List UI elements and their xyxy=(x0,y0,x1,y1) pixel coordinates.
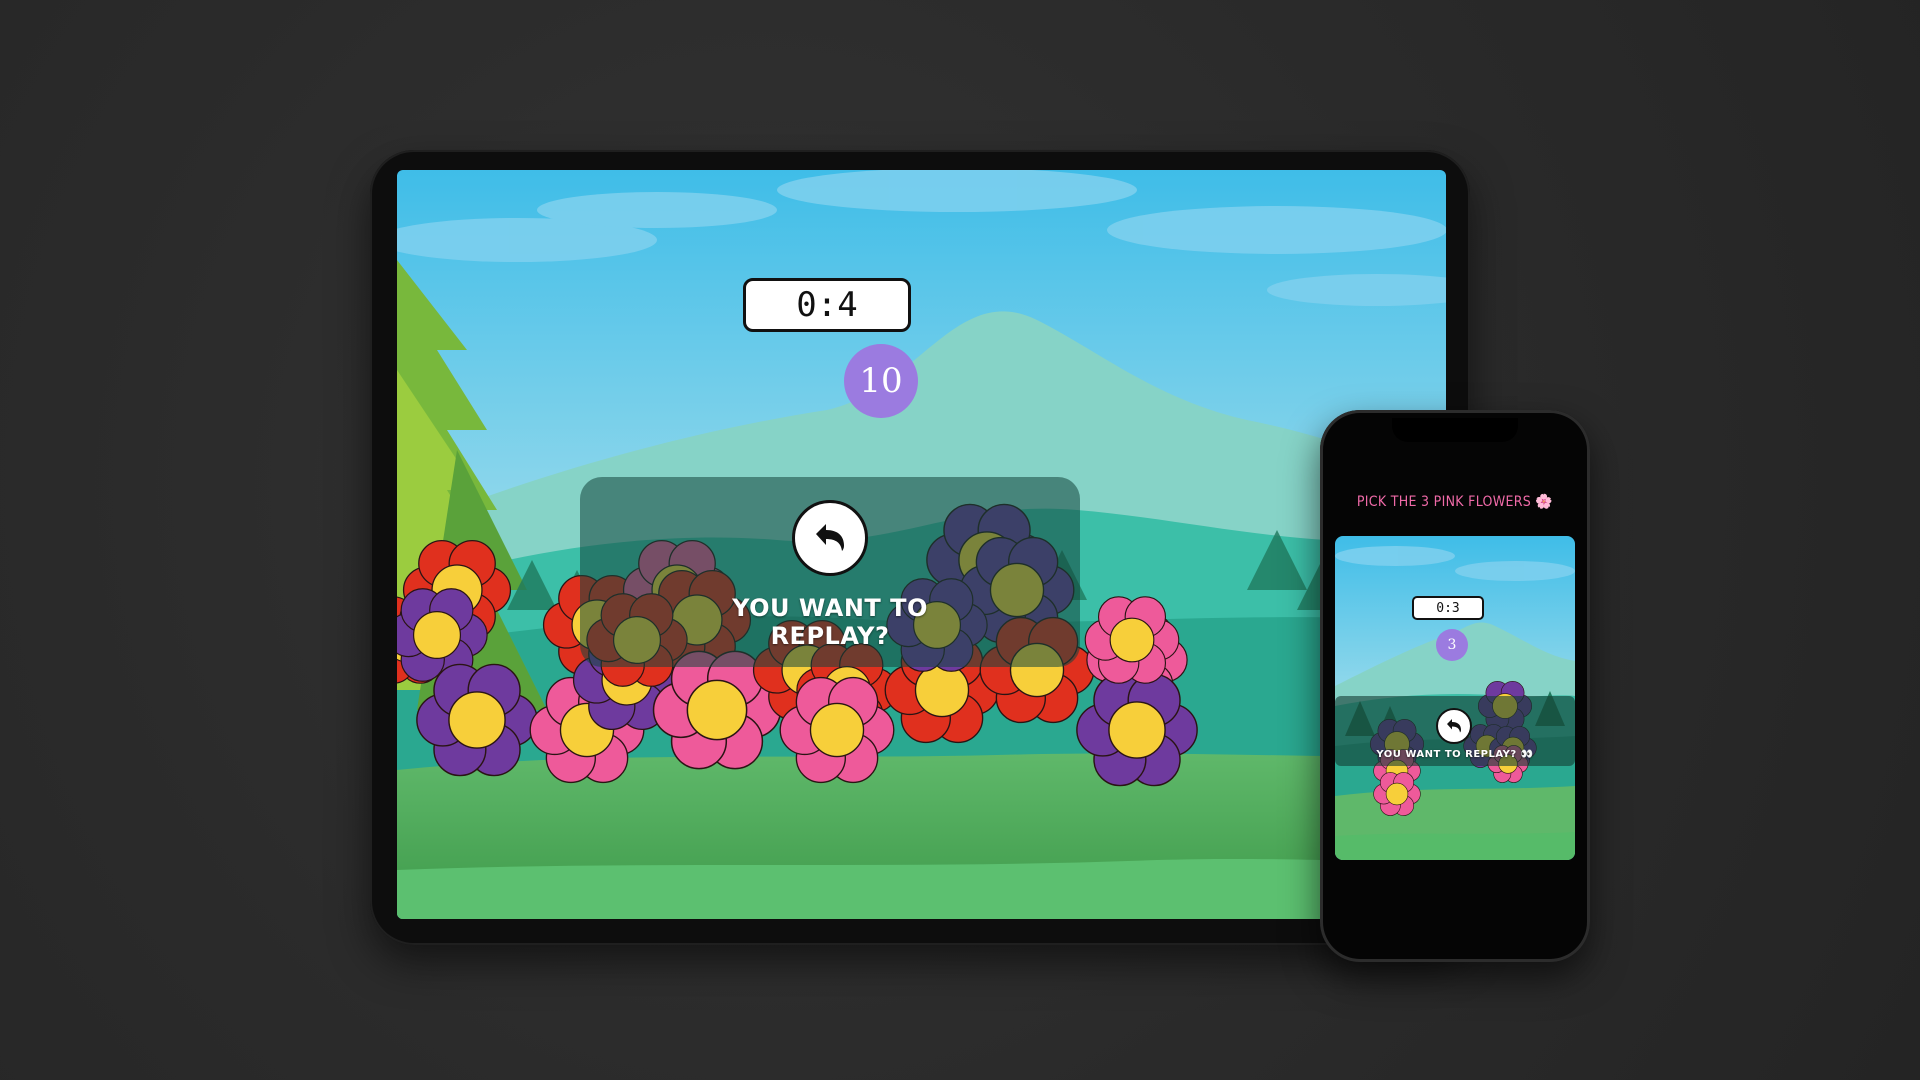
phone-replay-button[interactable] xyxy=(1436,708,1472,744)
timer-display: 0:4 xyxy=(743,278,911,332)
phone-timer-text: 0:3 xyxy=(1436,600,1460,616)
phone-game-screen: 0:3 3 YOU WANT TO REPLAY? 👀 xyxy=(1335,536,1575,860)
flower-icon[interactable] xyxy=(416,663,538,777)
score-badge: 10 xyxy=(844,344,918,418)
phone-score-badge: 3 xyxy=(1436,629,1468,661)
flower-icon[interactable] xyxy=(1076,673,1198,787)
replay-prompt: YOU WANT TO REPLAY? xyxy=(732,594,928,650)
undo-arrow-icon xyxy=(816,524,844,551)
score-text: 10 xyxy=(859,361,903,401)
undo-arrow-icon xyxy=(1447,719,1461,733)
tablet-device: 0:4 10 YOU WANT TO REPLAY? xyxy=(370,150,1470,945)
phone-device: PICK THE 3 PINK FLOWERS 🌸 0:3 3 YOU WANT… xyxy=(1320,410,1590,962)
replay-button[interactable] xyxy=(792,500,868,576)
flower-icon[interactable] xyxy=(1373,772,1421,816)
timer-text: 0:4 xyxy=(796,285,858,325)
tablet-game-screen: 0:4 10 YOU WANT TO REPLAY? xyxy=(397,170,1446,919)
game-instruction-title: PICK THE 3 PINK FLOWERS 🌸 xyxy=(1356,494,1554,510)
phone-replay-prompt: YOU WANT TO REPLAY? 👀 xyxy=(1376,749,1534,760)
phone-timer-display: 0:3 xyxy=(1412,596,1484,620)
phone-notch xyxy=(1392,418,1518,442)
phone-score-text: 3 xyxy=(1447,637,1457,653)
